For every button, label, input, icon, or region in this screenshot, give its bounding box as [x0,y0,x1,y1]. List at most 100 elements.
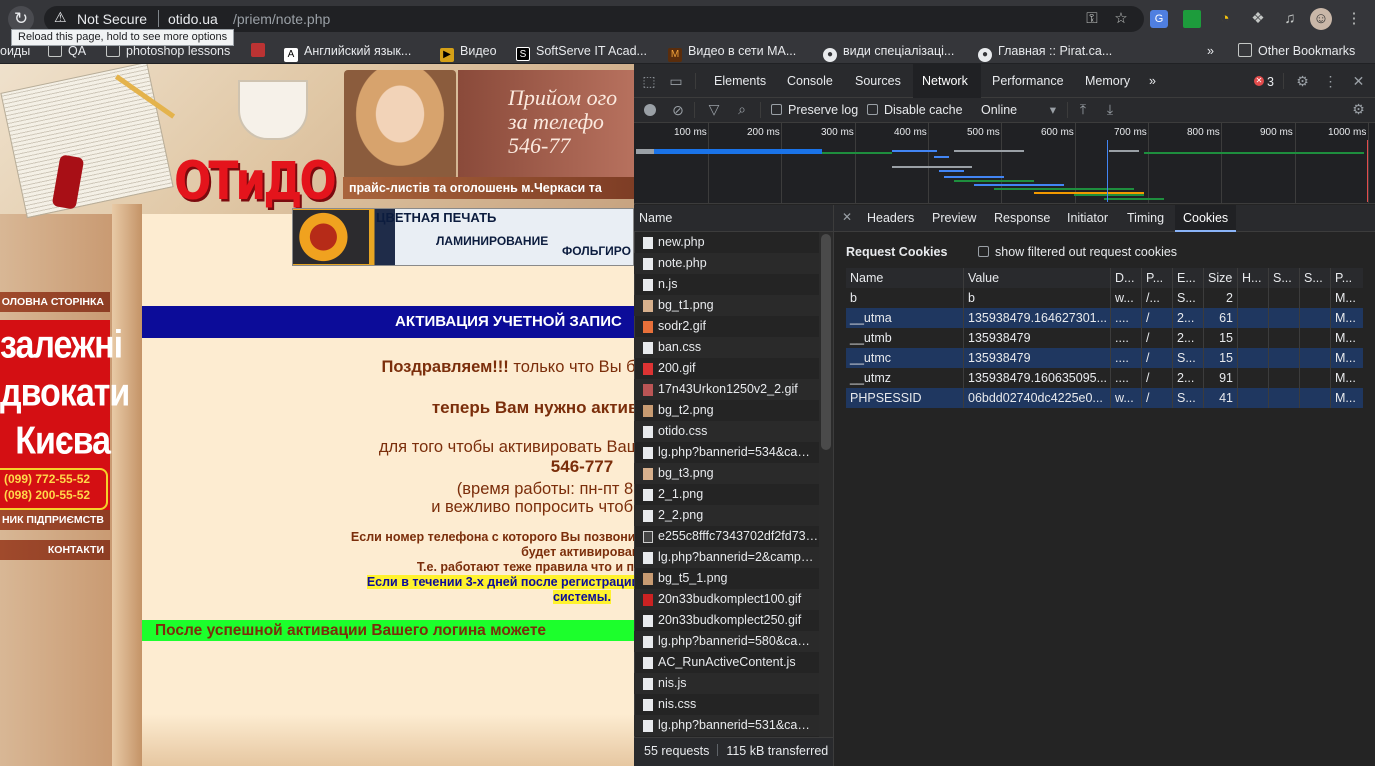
request-row[interactable]: 200.gif [634,358,819,379]
cookie-row[interactable]: __utmb 135938479 .... / 2... 15 M... [846,328,1363,348]
request-row[interactable]: bg_t2.png [634,400,819,421]
request-row[interactable]: 2_1.png [634,484,819,505]
request-row[interactable]: bg_t1.png [634,295,819,316]
request-row[interactable]: bg_t3.png [634,463,819,484]
tab-performance[interactable]: Performance [983,64,1073,98]
nav-contacts-link[interactable]: КОНТАКТИ [0,540,110,560]
security-label[interactable]: Not Secure [77,11,147,27]
bookmark-item[interactable]: ● Главная :: Pirat.ca... [978,43,1112,62]
menu-dots-icon[interactable]: ⋮ [1343,8,1365,30]
bookmark-item[interactable]: ● види спеціалізаці... [823,43,954,62]
record-icon[interactable] [644,104,656,116]
search-icon[interactable]: ⌕ [734,101,750,117]
request-row[interactable]: n.js [634,274,819,295]
bookmark-item[interactable]: A Английский язык... [284,43,411,62]
clear-icon[interactable]: ⊘ [670,102,686,118]
bookmark-item[interactable]: S SoftServe IT Acad... [516,43,647,61]
tab-timing[interactable]: Timing [1119,205,1172,232]
preserve-log-checkbox[interactable]: Preserve log [771,101,858,119]
tab-console[interactable]: Console [778,64,842,98]
tab-headers[interactable]: Headers [859,205,922,232]
site-logo[interactable]: ОТиДО [174,151,337,212]
inspect-icon[interactable]: ⬚ [641,73,657,89]
request-row[interactable]: AC_RunActiveContent.js [634,652,819,673]
request-row[interactable]: sodr2.gif [634,316,819,337]
throttle-select[interactable]: Online ▾ [981,101,1056,119]
other-bookmarks[interactable]: Other Bookmarks [1238,43,1355,59]
checkbox[interactable] [867,104,878,115]
tab-cookies[interactable]: Cookies [1175,205,1237,232]
request-row[interactable]: note.php [634,253,819,274]
warning-icon[interactable]: ⚠ [54,9,67,26]
show-filtered-cookies-checkbox[interactable]: show filtered out request cookies [978,245,1177,259]
extension-lens-icon[interactable]: ◔ [1214,8,1236,30]
nav-home-link[interactable]: ОЛОВНА СТОРІНКА [0,292,110,312]
request-row[interactable]: new.php [634,232,819,253]
network-settings-gear-icon[interactable]: ⚙ [1350,101,1367,118]
settings-gear-icon[interactable]: ⚙ [1294,73,1311,90]
request-row[interactable]: ban.css [634,337,819,358]
column-header[interactable]: S... [1300,268,1331,288]
cookie-row[interactable]: PHPSESSID 06bdd02740dc4225e0... w... / S… [846,388,1363,408]
request-row[interactable]: 20n33budkomplect100.gif [634,589,819,610]
request-row[interactable]: otido.css [634,421,819,442]
tab-initiator[interactable]: Initiator [1059,205,1116,232]
request-row[interactable]: bg_t5_1.png [634,568,819,589]
request-row[interactable]: lg.php?bannerid=580&camp... [634,631,819,652]
tab-memory[interactable]: Memory [1076,64,1139,98]
bookmark-item[interactable]: M Видео в сети МА... [668,43,796,62]
request-row[interactable]: e255c8fffc7343702df2fd731... [634,526,819,547]
extension-green-icon[interactable] [1183,10,1201,28]
menu-dots-icon[interactable]: ⋮ [1322,73,1339,90]
download-icon[interactable]: ⤓ [1102,101,1118,117]
filter-icon[interactable]: ▽ [706,101,722,117]
cookie-row[interactable]: b b w... /... S... 2 M... [846,288,1363,308]
disable-cache-checkbox[interactable]: Disable cache [867,101,963,119]
error-icon[interactable]: ✕ [1254,76,1264,86]
column-header[interactable]: Name [846,268,964,288]
error-count[interactable]: 3 [1267,75,1274,89]
column-header[interactable]: H... [1238,268,1269,288]
request-row[interactable]: lg.php?bannerid=534&camp... [634,442,819,463]
key-icon[interactable]: ⚿ [1081,8,1103,30]
pane-splitter[interactable] [833,205,834,766]
media-icon[interactable]: ♫ [1279,8,1301,30]
close-detail-icon[interactable]: ✕ [842,210,852,224]
avatar[interactable]: ☺ [1310,8,1332,30]
close-devtools-icon[interactable]: ✕ [1350,73,1367,90]
request-row[interactable]: 17n43Urkon1250v2_2.gif [634,379,819,400]
tab-preview[interactable]: Preview [924,205,984,232]
star-icon[interactable]: ☆ [1110,8,1132,30]
column-header[interactable]: Size [1204,268,1238,288]
column-header[interactable]: P... [1331,268,1363,288]
nav-companies-link[interactable]: НИК ПІДПРИЄМСТВ [0,510,110,530]
tab-elements[interactable]: Elements [705,64,775,98]
column-header[interactable]: P... [1142,268,1173,288]
checkbox[interactable] [771,104,782,115]
column-header[interactable]: E... [1173,268,1204,288]
request-row[interactable]: nis.css [634,694,819,715]
request-row[interactable]: 2_2.png [634,505,819,526]
request-row[interactable]: lg.php?bannerid=531&camp... [634,715,819,736]
name-column-header[interactable]: Name [634,205,833,232]
cookie-row[interactable]: __utma 135938479.164627301... .... / 2..… [846,308,1363,328]
column-header[interactable]: D... [1111,268,1142,288]
column-header[interactable]: Value [964,268,1111,288]
url-host[interactable]: otido.ua [168,11,218,27]
column-header[interactable]: S... [1269,268,1300,288]
url-path[interactable]: /priem/note.php [233,11,330,27]
scrollbar-thumb[interactable] [821,234,831,450]
puzzle-icon[interactable]: ❖ [1247,8,1269,30]
tab-sources[interactable]: Sources [846,64,910,98]
cookie-row[interactable]: __utmc 135938479 .... / S... 15 M... [846,348,1363,368]
more-bookmarks-button[interactable]: » [1207,43,1214,59]
request-row[interactable]: nis.js [634,673,819,694]
cookie-row[interactable]: __utmz 135938479.160635095... .... / 2..… [846,368,1363,388]
request-row[interactable]: lg.php?bannerid=2&campaig... [634,547,819,568]
tab-network[interactable]: Network [913,64,981,98]
upload-icon[interactable]: ⤒ [1075,101,1091,117]
tab-response[interactable]: Response [986,205,1058,232]
request-row[interactable]: 20n33budkomplect250.gif [634,610,819,631]
translate-icon[interactable]: G [1150,10,1168,28]
bookmark-item[interactable]: ▶ Видео [440,43,497,62]
